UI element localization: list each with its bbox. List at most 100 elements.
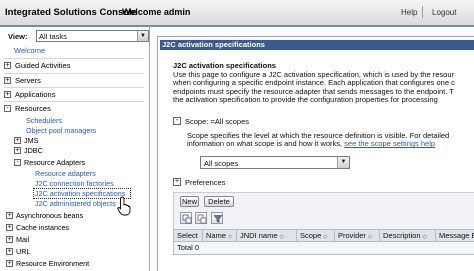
collapse-icon: - <box>173 117 181 125</box>
nav-sub-resource-adapters[interactable]: - Resource Adapters <box>14 157 144 168</box>
nav-sub-jdbc[interactable]: + JDBC <box>14 145 144 156</box>
column-label: Name <box>206 231 227 240</box>
help-link[interactable]: Help <box>401 8 417 17</box>
filter-icon <box>213 215 223 223</box>
sort-icon: ◇ <box>367 234 373 240</box>
welcome-user: Welcome admin <box>122 7 191 17</box>
nav-sub-cache-instances[interactable]: + Cache instances <box>6 222 136 233</box>
nav-sub-label: Mail <box>16 235 30 244</box>
hand-cursor-icon <box>117 196 131 216</box>
nav-divider <box>4 58 144 59</box>
nav-sub-label: Asynchronous beans <box>16 211 84 220</box>
filter-button[interactable] <box>211 212 223 224</box>
expand-icon: + <box>14 147 21 154</box>
sort-icon: ◇ <box>279 234 284 240</box>
top-banner: Integrated Solutions Console Welcome adm… <box>0 0 474 27</box>
scope-description-line: information on what scope is and how it … <box>187 140 474 148</box>
nav-cat-label: Resources <box>15 104 51 113</box>
expand-icon: + <box>6 224 13 231</box>
expand-icon: + <box>6 260 13 267</box>
column-label: Description <box>383 231 421 240</box>
scope-settings-help-link[interactable]: see the scope settings help <box>344 139 435 148</box>
scope-select-value: All scopes <box>204 159 239 168</box>
expand-icon: + <box>173 178 181 186</box>
column-message-endpoint[interactable]: Message E <box>436 230 474 241</box>
nav-link-schedulers[interactable]: Schedulers <box>26 116 62 125</box>
expand-icon: + <box>4 91 11 98</box>
sort-icon: ◇ <box>228 234 233 240</box>
nav-cat-resources[interactable]: - Resources <box>2 103 148 115</box>
view-label: View: <box>8 32 28 41</box>
nav-sub-label: URL <box>16 247 31 256</box>
column-name[interactable]: Name ◇ <box>203 230 237 241</box>
nav-divider <box>4 101 144 102</box>
nav-cat-applications[interactable]: + Applications <box>2 89 148 101</box>
app-title: Integrated Solutions Console <box>5 7 137 18</box>
nav-link-j2c-activation-specifications[interactable]: J2C activation specifications <box>35 189 125 198</box>
page-description: Use this page to configure a J2C activat… <box>173 71 473 105</box>
new-button[interactable]: New <box>180 196 199 207</box>
table-total: Total 0 <box>173 242 474 255</box>
banner-divider <box>422 6 423 18</box>
sort-icon: ◇ <box>422 234 427 240</box>
nav-divider <box>4 87 144 88</box>
breadcrumb: J2C activation specifications <box>173 61 276 70</box>
column-label: Provider <box>338 231 366 240</box>
nav-link-resource-adapters[interactable]: Resource adapters <box>35 169 96 178</box>
page-title-bar: J2C activation specifications <box>160 40 474 50</box>
expand-icon: + <box>14 137 21 144</box>
description-line: the activation specification to provide … <box>173 95 438 105</box>
select-all-icon <box>182 214 192 224</box>
nav-link-j2c-connection-factories[interactable]: J2C connection factories <box>35 179 114 188</box>
view-select-value: All tasks <box>39 32 67 41</box>
expand-icon: + <box>6 236 13 243</box>
preferences-label: Preferences <box>185 178 226 187</box>
chevron-down-icon: ▼ <box>337 157 349 168</box>
nav-sub-label: Resource Adapters <box>24 158 86 167</box>
delete-button[interactable]: Delete <box>204 196 234 207</box>
column-provider[interactable]: Provider ◇ <box>335 230 380 241</box>
deselect-all-button[interactable] <box>195 212 207 224</box>
nav-sub-mail[interactable]: + Mail <box>6 234 136 245</box>
nav-link-object-pool-managers[interactable]: Object pool managers <box>26 126 96 135</box>
nav-cat-guided-activities[interactable]: + Guided Activities <box>2 60 148 72</box>
scope-description: Scope specifies the level at which the r… <box>187 132 474 149</box>
column-label: Scope <box>300 231 322 240</box>
chevron-down-icon: ▼ <box>137 31 148 41</box>
nav-cat-servers[interactable]: + Servers <box>2 75 148 87</box>
table-header: Select Name ◇ JNDI name ◇ Scope ◇ Provider ◇… <box>173 229 474 242</box>
deselect-all-icon <box>197 214 207 224</box>
collapse-icon: - <box>14 159 21 166</box>
nav-cat-label: Servers <box>15 76 41 85</box>
select-all-button[interactable] <box>180 212 192 224</box>
column-label: JNDI name <box>240 231 278 240</box>
column-jndi-name[interactable]: JNDI name ◇ <box>237 230 297 241</box>
view-select[interactable]: All tasks ▼ <box>36 30 149 42</box>
nav-cat-label: Applications <box>15 90 56 99</box>
nav-cat-label: Guided Activities <box>15 61 71 70</box>
view-row: View: All tasks ▼ <box>4 29 150 43</box>
expand-icon: + <box>4 77 11 84</box>
nav-sub-resource-environment[interactable]: + Resource Environment <box>6 258 136 269</box>
expand-icon: + <box>6 212 13 219</box>
nav-divider <box>4 73 144 74</box>
scope-label: Scope: =All scopes <box>185 117 249 126</box>
expand-icon: + <box>4 62 11 69</box>
expand-icon: + <box>6 248 13 255</box>
nav-sub-label: Resource Environment <box>16 259 90 268</box>
scope-description-text: information on what scope is and how it … <box>187 139 345 149</box>
navigation-tree: View: All tasks ▼ Welcome + Guided Activ… <box>0 27 150 271</box>
nav-sub-label: JMS <box>24 136 39 145</box>
nav-sub-label: Cache instances <box>16 223 70 232</box>
nav-link-j2c-administered-objects[interactable]: J2C administered objects <box>35 199 116 208</box>
nav-sub-label: JDBC <box>24 146 43 155</box>
sort-icon: ◇ <box>323 234 328 240</box>
column-select: Select <box>174 230 203 241</box>
logout-link[interactable]: Logout <box>432 8 456 17</box>
nav-welcome-link[interactable]: Welcome <box>14 46 45 55</box>
scope-select[interactable]: All scopes ▼ <box>200 156 350 169</box>
column-description[interactable]: Description ◇ <box>380 230 436 241</box>
content-panel: J2C activation specifications J2C activa… <box>157 36 474 271</box>
nav-sub-url[interactable]: + URL <box>6 246 136 257</box>
column-scope[interactable]: Scope ◇ <box>297 230 335 241</box>
